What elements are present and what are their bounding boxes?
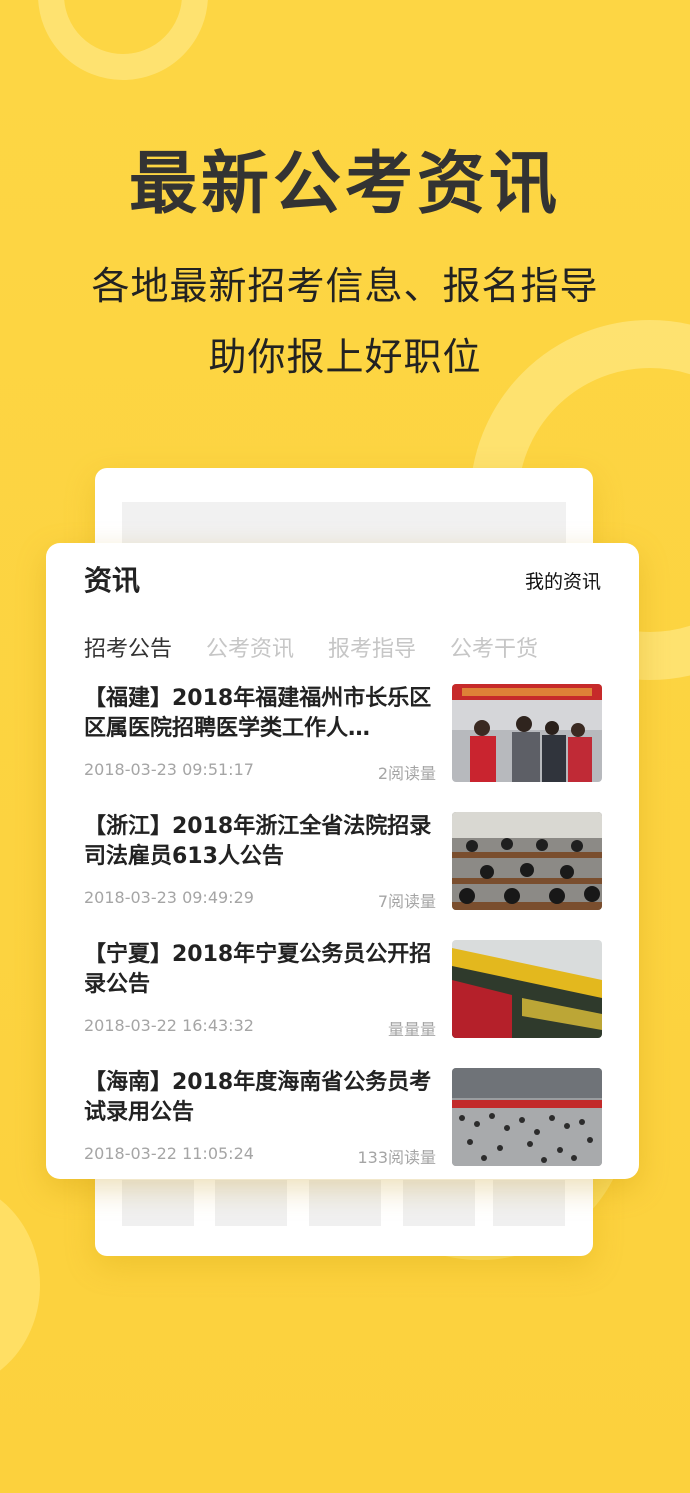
news-read-count: 7阅读量 xyxy=(377,892,436,911)
news-title: 【海南】2018年度海南省公务员考试录用公告 xyxy=(84,1070,432,1125)
news-item[interactable]: 【宁夏】2018年宁夏公务员公开招录公告 2018-03-22 16:43:32… xyxy=(84,940,602,1040)
tab-recruitment-notice[interactable]: 招考公告 xyxy=(84,631,172,663)
news-thumbnail xyxy=(452,812,602,910)
card-title: 资讯 xyxy=(84,564,141,597)
placeholder-slot xyxy=(309,1180,381,1226)
news-title: 【宁夏】2018年宁夏公务员公开招录公告 xyxy=(84,942,432,997)
news-date: 2018-03-22 16:43:32 xyxy=(84,1016,254,1035)
tab-exam-news[interactable]: 公考资讯 xyxy=(206,631,294,663)
category-tabs: 招考公告 公考资讯 报考指导 公考干货 xyxy=(84,631,538,663)
news-read-count: 133阅读量 xyxy=(357,1148,436,1167)
decor-ring xyxy=(38,0,208,80)
tab-application-guide[interactable]: 报考指导 xyxy=(328,631,416,663)
decor-blob xyxy=(0,1180,40,1390)
news-thumbnail xyxy=(452,940,602,1038)
news-thumbnail xyxy=(452,684,602,782)
tab-exam-tips[interactable]: 公考干货 xyxy=(450,631,538,663)
placeholder-slot xyxy=(122,1180,194,1226)
news-title: 【福建】2018年福建福州市长乐区区属医院招聘医学类工作人… xyxy=(84,686,432,741)
news-item[interactable]: 【浙江】2018年浙江全省法院招录司法雇员613人公告 2018-03-23 0… xyxy=(84,812,602,912)
news-thumbnail xyxy=(452,1068,602,1166)
placeholder-slot xyxy=(215,1180,287,1226)
news-date: 2018-03-23 09:51:17 xyxy=(84,760,254,779)
placeholder-slot xyxy=(493,1180,565,1226)
news-date: 2018-03-22 11:05:24 xyxy=(84,1144,254,1163)
subtitle-line-2: 助你报上好职位 xyxy=(208,335,482,379)
news-read-count: 2阅读量 xyxy=(377,764,436,783)
news-read-count: 量量量 xyxy=(387,1020,436,1039)
news-item[interactable]: 【海南】2018年度海南省公务员考试录用公告 2018-03-22 11:05:… xyxy=(84,1068,602,1168)
headline: 最新公考资讯 xyxy=(128,145,561,224)
placeholder-bar xyxy=(122,502,566,546)
my-news-link[interactable]: 我的资讯 xyxy=(525,567,601,594)
news-title: 【浙江】2018年浙江全省法院招录司法雇员613人公告 xyxy=(84,814,432,869)
news-date: 2018-03-23 09:49:29 xyxy=(84,888,254,907)
news-item[interactable]: 【福建】2018年福建福州市长乐区区属医院招聘医学类工作人… 2018-03-2… xyxy=(84,684,602,784)
subtitle-line-1: 各地最新招考信息、报名指导 xyxy=(91,264,599,308)
placeholder-slot xyxy=(403,1180,475,1226)
news-card: 资讯 我的资讯 招考公告 公考资讯 报考指导 公考干货 【福建】2018年福建福… xyxy=(46,543,639,1179)
